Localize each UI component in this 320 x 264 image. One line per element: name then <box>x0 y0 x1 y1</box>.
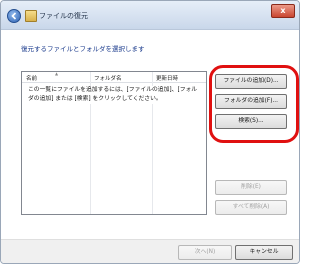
close-button[interactable]: x <box>271 4 295 18</box>
footer-bar: 次へ(N) キャンセル <box>1 239 299 263</box>
restore-files-window: ファイルの復元 x 復元するファイルとフォルダを選択します 名前 ▲ フォルダ名… <box>0 0 300 264</box>
instruction-text: 復元するファイルとフォルダを選択します <box>21 45 145 53</box>
remove-all-button[interactable]: すべて削除(A) <box>215 200 287 215</box>
column-header-modified[interactable]: 更新日時 <box>156 74 178 82</box>
title-bar: ファイルの復元 x <box>1 1 299 30</box>
column-header-folder[interactable]: フォルダ名 <box>94 74 122 82</box>
highlight-annotation <box>209 65 299 143</box>
list-header: 名前 ▲ フォルダ名 更新日時 <box>22 71 206 83</box>
cancel-button[interactable]: キャンセル <box>235 245 293 260</box>
restore-files-icon <box>25 10 37 22</box>
back-arrow-icon <box>11 12 17 20</box>
column-header-name[interactable]: 名前 <box>26 74 37 82</box>
sort-arrow-icon: ▲ <box>55 71 59 76</box>
next-button[interactable]: 次へ(N) <box>178 245 232 260</box>
back-button[interactable] <box>7 9 21 23</box>
remove-button[interactable]: 削除(E) <box>215 180 287 195</box>
window-title: ファイルの復元 <box>39 12 88 20</box>
file-list[interactable]: 名前 ▲ フォルダ名 更新日時 この一覧にファイルを追加するには、[ファイルの追… <box>21 71 207 215</box>
empty-list-message: この一覧にファイルを追加するには、[ファイルの追加]、[フォルダの追加] または… <box>28 86 200 104</box>
